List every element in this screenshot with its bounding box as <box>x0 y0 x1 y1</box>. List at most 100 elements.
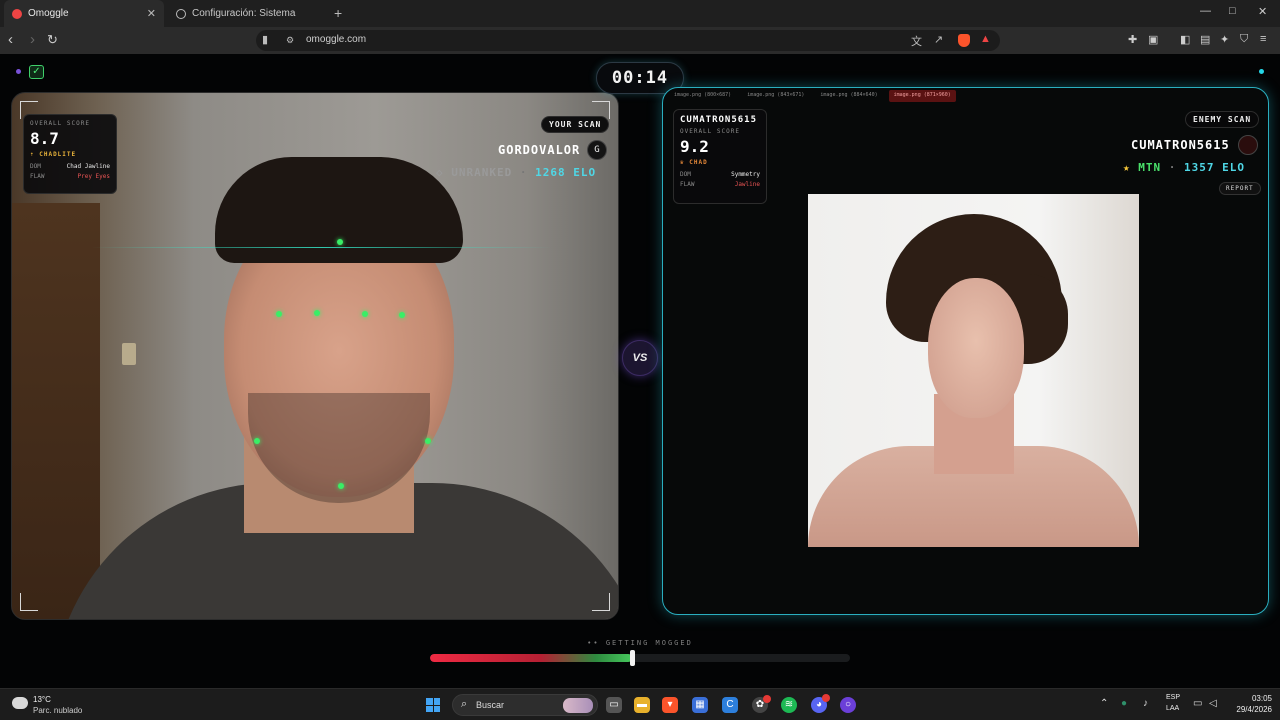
enemy-avatar <box>1238 135 1258 155</box>
bookmark-icon[interactable]: ▮ <box>262 33 268 46</box>
windows-start-icon[interactable] <box>426 698 440 712</box>
notification-badge <box>763 695 771 703</box>
vpn-icon[interactable]: ⛉ <box>1240 33 1248 46</box>
task-view-icon[interactable]: ▭ <box>606 697 622 713</box>
site-info-icon[interactable]: ⚙ <box>286 35 294 46</box>
show-hidden-icons-icon[interactable]: ⌃ <box>1100 698 1108 709</box>
search-highlight-icon <box>563 698 593 713</box>
windows-taskbar: 13°C Parc. nublado ⌕ Buscar ▭ ▬ ▾ ▦ C ✿ … <box>0 688 1280 720</box>
url-text[interactable]: omoggle.com <box>306 34 366 45</box>
frame-corner <box>592 593 610 611</box>
report-button[interactable]: REPORT <box>1219 182 1261 195</box>
volume-icon[interactable]: ◁ <box>1209 698 1217 709</box>
screenshot-icon[interactable]: ▣ <box>1148 33 1158 46</box>
enemy-username: CUMATRON5615 <box>1131 138 1230 152</box>
c-app-icon[interactable]: C <box>722 697 738 713</box>
screen-share-tabs: image.png (800×687) image.png (843×671) … <box>669 90 956 102</box>
search-label: Buscar <box>476 700 505 710</box>
forward-icon[interactable]: › <box>30 31 35 48</box>
tier-arrow-icon: ⇡ <box>30 151 40 158</box>
browser-toolbar: ‹ › ↻ ▮ ⚙ omoggle.com 文 ↗ ▲ ✚ ▣ ◧ ▤ ✦ ⛉ … <box>0 27 1280 54</box>
app-icon[interactable]: ○ <box>840 697 856 713</box>
brave-browser-icon[interactable]: ▾ <box>662 697 678 713</box>
overall-score-label: OVERALL SCORE <box>30 120 90 127</box>
microsoft-store-icon[interactable]: ▦ <box>692 697 708 713</box>
minimize-button[interactable]: — <box>1200 5 1211 17</box>
landmark-point <box>362 311 368 317</box>
enemy-score-card: CUMATRON5615 OVERALL SCORE 9.2 ♛ CHAD DO… <box>673 109 767 204</box>
score-row-dom: DOM Symmetry <box>680 171 760 178</box>
overall-score-value: 8.7 <box>30 129 59 148</box>
brave-rewards-icon[interactable]: ▲ <box>980 33 991 45</box>
verified-check-icon: ✓ <box>29 65 44 79</box>
mog-meter-label: •• GETTING MOGGED <box>587 639 693 647</box>
translate-icon[interactable]: 文 <box>911 33 922 49</box>
score-row-flaw: FLAW Prey Eyes <box>30 173 110 180</box>
your-rank-line: ◇ UNRANKED · 1268 ELO <box>436 166 597 179</box>
background-light-switch <box>122 343 136 365</box>
enemy-camera-panel: image.png (800×687) image.png (843×671) … <box>662 87 1269 615</box>
score-row-dom: DOM Chad Jawline <box>30 163 110 170</box>
search-icon: ⌕ <box>461 698 468 710</box>
cloud-weather-icon[interactable] <box>12 697 28 709</box>
tab-omoggle[interactable]: Omoggle ✕ <box>4 0 164 27</box>
mog-meter-handle <box>629 650 635 666</box>
file-tab: image.png (871×960) <box>888 90 956 102</box>
new-tab-button[interactable]: + <box>334 5 342 21</box>
menu-icon[interactable]: ≡ <box>1260 33 1266 45</box>
landmark-point <box>314 310 320 316</box>
status-dot-cyan <box>1259 69 1264 74</box>
keyboard-layout-indicator[interactable]: LAA <box>1166 705 1179 712</box>
frame-corner <box>20 593 38 611</box>
landmark-point <box>254 438 260 444</box>
enemy-card-name: CUMATRON5615 <box>680 115 758 125</box>
clock-time[interactable]: 03:05 <box>1240 694 1272 703</box>
brave-shields-icon[interactable] <box>958 34 970 47</box>
crown-icon: ♛ <box>680 159 690 166</box>
share-icon[interactable]: ↗ <box>934 33 943 46</box>
scan-line <box>92 247 552 248</box>
file-explorer-icon[interactable]: ▬ <box>634 697 650 713</box>
browser-tab-bar: Omoggle ✕ Configuración: Sistema + — □ ✕ <box>0 0 1280 27</box>
wallet-icon[interactable]: ▤ <box>1200 33 1210 46</box>
microphone-icon[interactable]: ♪ <box>1143 698 1148 709</box>
mog-meter-fill <box>430 654 632 662</box>
back-icon[interactable]: ‹ <box>8 31 13 48</box>
file-tab: image.png (884×640) <box>820 92 878 98</box>
score-row-flaw: FLAW Jawline <box>680 181 760 188</box>
landmark-point <box>425 438 431 444</box>
status-dot-purple <box>16 69 21 74</box>
overall-score-label: OVERALL SCORE <box>680 128 740 135</box>
close-tab-icon[interactable]: ✕ <box>147 7 156 20</box>
landmark-point <box>276 311 282 317</box>
your-score-card: OVERALL SCORE 8.7 ⇡ CHADLITE DOM Chad Jaw… <box>23 114 117 194</box>
omoggle-favicon-icon <box>12 8 22 19</box>
language-indicator[interactable]: ESP <box>1166 694 1180 701</box>
reload-icon[interactable]: ↻ <box>47 31 58 48</box>
your-camera-feed: OVERALL SCORE 8.7 ⇡ CHADLITE DOM Chad Jaw… <box>11 92 619 620</box>
extensions-icon[interactable]: ✚ <box>1128 33 1137 46</box>
file-tab: image.png (843×671) <box>747 92 805 98</box>
leo-ai-icon[interactable]: ✦ <box>1220 33 1229 46</box>
network-icon[interactable]: ▭ <box>1193 698 1202 709</box>
tray-app-icon[interactable]: ● <box>1121 698 1127 709</box>
sidebar-icon[interactable]: ◧ <box>1180 33 1190 46</box>
address-bar[interactable]: ▮ ⚙ omoggle.com 文 ↗ ▲ <box>256 30 1000 51</box>
clock-date[interactable]: 29/4/2026 <box>1224 705 1272 714</box>
landmark-point <box>399 312 405 318</box>
notification-badge <box>822 694 830 702</box>
tab-title: Configuración: Sistema <box>192 8 296 19</box>
tier-badge: ⇡ CHADLITE <box>30 151 77 158</box>
weather-temperature[interactable]: 13°C <box>33 695 51 704</box>
tab-configuracion[interactable]: Configuración: Sistema <box>168 0 348 27</box>
taskbar-search[interactable]: ⌕ Buscar <box>452 694 598 716</box>
gear-icon <box>176 8 186 19</box>
weather-description[interactable]: Parc. nublado <box>33 706 82 715</box>
close-window-button[interactable]: ✕ <box>1258 5 1267 18</box>
unranked-diamond-icon: ◇ <box>436 166 452 179</box>
omoggle-app: ✓ OVERALL SCORE 8.7 ⇡ CHADLITE DOM Chad J… <box>0 54 1280 688</box>
landmark-point <box>338 483 344 489</box>
vs-badge: VS <box>622 340 658 376</box>
maximize-button[interactable]: □ <box>1229 5 1236 17</box>
spotify-icon[interactable]: ≋ <box>781 697 797 713</box>
